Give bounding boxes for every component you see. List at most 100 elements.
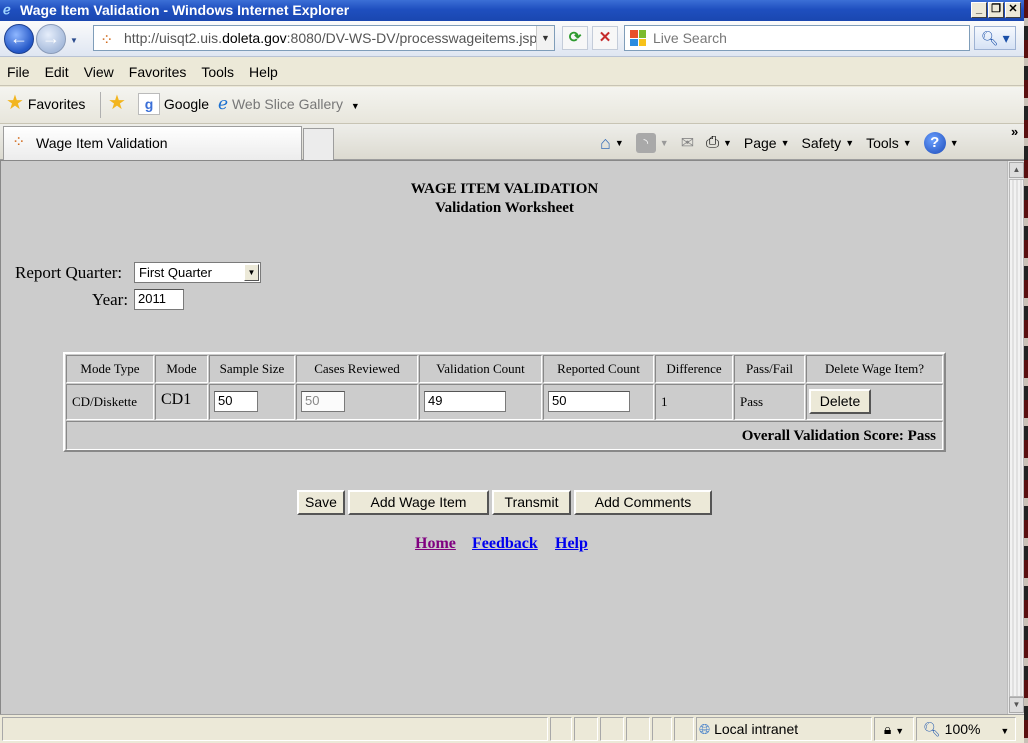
recent-pages-dropdown-icon[interactable]: ▼ <box>70 36 78 45</box>
menu-file[interactable]: File <box>7 64 30 80</box>
transmit-button[interactable]: Transmit <box>492 490 571 515</box>
add-to-favorites-icon[interactable]: ★ <box>108 93 126 113</box>
address-field[interactable]: ⁘ http://uisqt2.uis.doleta.gov:8080/DV-W… <box>93 25 555 51</box>
web-slice-gallery-favorite[interactable]: ℯ Web Slice Gallery ▼ <box>218 94 360 114</box>
security-zone[interactable]: 🌐︎ Local intranet <box>696 717 872 741</box>
chevron-overflow-icon[interactable]: » <box>1011 124 1018 139</box>
favorites-button[interactable]: ★ Favorites <box>6 92 85 114</box>
tools-menu[interactable]: Tools ▼ <box>866 135 912 151</box>
protected-mode-button[interactable]: 🔒︎ ▼ <box>874 717 914 741</box>
status-bar: 🌐︎ Local intranet 🔒︎ ▼ 🔍︎ 100% ▼ <box>0 714 1024 743</box>
zoom-button[interactable]: 🔍︎ 100% ▼ <box>916 717 1016 741</box>
add-comments-button[interactable]: Add Comments <box>574 490 712 515</box>
help-button[interactable]: ? ▼ <box>923 132 959 154</box>
page-loading-icon: ⁘ <box>100 32 114 49</box>
search-input[interactable]: Live Search <box>624 25 970 51</box>
page-menu[interactable]: Page ▼ <box>744 135 790 151</box>
home-link[interactable]: Home <box>415 535 456 553</box>
rss-feed-icon: ◝ <box>635 133 656 153</box>
menu-help[interactable]: Help <box>249 64 278 80</box>
scrollbar-thumb[interactable] <box>1009 179 1024 697</box>
zoom-level: 100% <box>944 721 981 737</box>
globe-icon: 🌐︎ <box>699 721 711 737</box>
year-label: Year: <box>92 290 129 309</box>
overall-validation-score: Overall Validation Score: Pass <box>66 421 943 450</box>
search-button[interactable]: 🔍︎ ▾ <box>974 26 1016 50</box>
title-bar: ℯ Wage Item Validation - Windows Interne… <box>0 0 1024 21</box>
cell-cases-reviewed: 50 <box>296 384 418 420</box>
help-link[interactable]: Help <box>555 535 588 553</box>
web-slice-gallery-label: Web Slice Gallery <box>231 96 343 112</box>
report-quarter-value: First Quarter <box>139 265 212 280</box>
command-bar: ⌂ ▼ ◝ ▼ ✉ ⎙ ▼ Page ▼ Safety ▼ Tools ▼ ? ▼ <box>600 132 971 154</box>
menu-favorites[interactable]: Favorites <box>129 64 187 80</box>
minimize-button[interactable]: _ <box>971 2 987 18</box>
forward-button[interactable]: → <box>36 24 66 54</box>
tab-wage-item-validation[interactable]: ⁘ Wage Item Validation <box>3 126 302 160</box>
tab-loading-icon: ⁘ <box>12 134 26 151</box>
scroll-down-icon[interactable]: ▼ <box>1009 697 1024 713</box>
status-segment <box>674 717 694 741</box>
validation-count-input[interactable]: 49 <box>424 391 506 412</box>
url-prefix: http://uisqt2.uis. <box>124 30 223 46</box>
safety-menu[interactable]: Safety ▼ <box>801 135 854 151</box>
chevron-down-icon[interactable]: ▼ <box>244 264 259 281</box>
stop-button[interactable]: ✕ <box>592 26 618 50</box>
favorites-star-icon: ★ <box>6 92 24 114</box>
cell-sample-size: 50 <box>209 384 295 420</box>
home-icon: ⌂ <box>600 132 611 153</box>
report-quarter-select[interactable]: First Quarter ▼ <box>134 262 261 283</box>
feeds-button[interactable]: ◝ ▼ <box>635 133 669 153</box>
feedback-link[interactable]: Feedback <box>472 535 538 553</box>
browser-window: ℯ Wage Item Validation - Windows Interne… <box>0 0 1024 743</box>
page-heading: WAGE ITEM VALIDATION <box>410 181 599 197</box>
header-mode-type: Mode Type <box>66 355 154 383</box>
zoom-icon: 🔍︎ <box>923 721 941 737</box>
page-title: WAGE ITEM VALIDATION Validation Workshee… <box>1 180 1008 218</box>
help-icon: ? <box>923 132 946 154</box>
delete-button[interactable]: Delete <box>809 389 871 414</box>
cell-delete: Delete <box>806 384 943 420</box>
address-dropdown-icon[interactable]: ▼ <box>536 26 554 50</box>
cell-validation-count: 49 <box>419 384 542 420</box>
add-wage-item-button[interactable]: Add Wage Item <box>348 490 489 515</box>
back-button[interactable]: ← <box>4 24 34 54</box>
page-menu-label: Page <box>743 135 777 151</box>
status-segment <box>600 717 624 741</box>
header-delete-wage-item: Delete Wage Item? <box>806 355 943 383</box>
reported-count-input[interactable]: 50 <box>548 391 630 412</box>
tools-menu-label: Tools <box>866 135 899 151</box>
menu-edit[interactable]: Edit <box>45 64 69 80</box>
new-tab-button[interactable] <box>303 128 334 160</box>
sample-size-input[interactable]: 50 <box>214 391 258 412</box>
vertical-scrollbar[interactable]: ▲ ▼ <box>1007 161 1024 715</box>
tab-row: ⁘ Wage Item Validation ⌂ ▼ ◝ ▼ ✉ ⎙ ▼ Page ▼ … <box>0 124 1024 160</box>
menu-view[interactable]: View <box>84 64 114 80</box>
google-favorite[interactable]: g Google <box>138 93 209 115</box>
chevron-down-icon: ▼ <box>1000 726 1010 736</box>
save-button[interactable]: Save <box>297 490 345 515</box>
tab-title: Wage Item Validation <box>36 135 168 151</box>
menu-tools[interactable]: Tools <box>201 64 234 80</box>
status-segment <box>626 717 650 741</box>
close-button[interactable]: ✕ <box>1005 2 1021 18</box>
security-zone-label: Local intranet <box>714 721 799 737</box>
scroll-up-icon[interactable]: ▲ <box>1009 162 1024 178</box>
protected-mode-icon: 🔒︎ <box>883 721 892 737</box>
safety-menu-label: Safety <box>801 135 842 151</box>
cell-pass-fail: Pass <box>734 384 805 420</box>
cell-mode: CD1 <box>155 384 208 420</box>
search-placeholder: Live Search <box>653 30 727 46</box>
restore-button[interactable]: ❐ <box>988 2 1004 18</box>
header-sample-size: Sample Size <box>209 355 295 383</box>
windows-logo-icon <box>630 30 646 46</box>
refresh-button[interactable]: ⟳ <box>562 26 588 50</box>
menu-bar: File Edit View Favorites Tools Help <box>0 58 1024 86</box>
read-mail-button[interactable]: ✉ <box>681 133 694 153</box>
header-cases-reviewed: Cases Reviewed <box>296 355 418 383</box>
home-button[interactable]: ⌂ ▼ <box>600 133 624 154</box>
page-subheading: Validation Worksheet <box>435 200 574 216</box>
print-button[interactable]: ⎙ ▼ <box>706 134 732 152</box>
status-segment <box>550 717 572 741</box>
year-input[interactable]: 2011 <box>134 289 184 310</box>
